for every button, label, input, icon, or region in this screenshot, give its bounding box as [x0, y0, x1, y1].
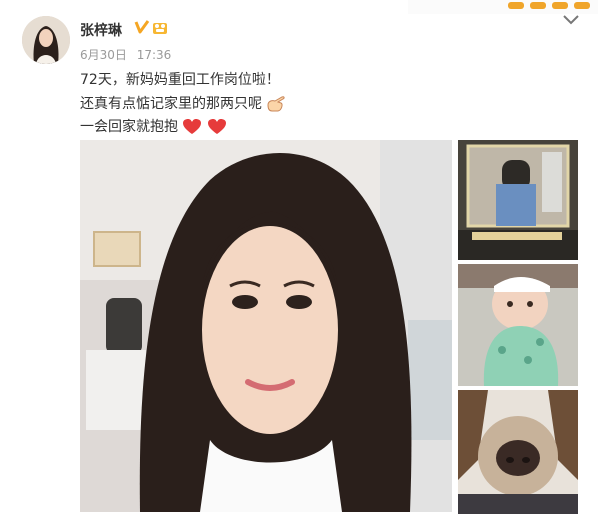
post-text: 还真有点惦记家里的那两只呢 [80, 96, 262, 112]
post-text-line-1: 72天，新妈妈重回工作岗位啦！ [80, 70, 280, 90]
member-badge-icon[interactable] [152, 20, 168, 36]
post-text: 72天，新妈妈重回工作岗位啦！ [80, 72, 280, 88]
pointing-hand-emoji-icon [267, 96, 286, 112]
top-banner [408, 0, 598, 14]
post-time: 17:36 [136, 48, 172, 62]
thumbnail-mirror-selfie[interactable] [458, 140, 578, 260]
post-meta: 6月30日 17:36 [80, 46, 177, 63]
banner-decoration-icon [508, 2, 590, 9]
post-date[interactable]: 6月30日 [80, 48, 127, 62]
heart-emoji-icon [207, 119, 226, 134]
main-photo[interactable] [80, 140, 452, 512]
thumbnail-dog[interactable] [458, 390, 578, 514]
heart-emoji-icon [183, 119, 202, 134]
chevron-down-icon[interactable] [562, 14, 580, 26]
verified-icon [134, 20, 150, 34]
username[interactable]: 张梓琳 [80, 20, 122, 40]
thumbnail-baby[interactable] [458, 264, 578, 386]
post-text-line-2: 还真有点惦记家里的那两只呢 [80, 94, 286, 114]
post-text: 一会回家就抱抱 [80, 119, 178, 135]
avatar[interactable] [22, 16, 70, 64]
post-text-line-3: 一会回家就抱抱 [80, 117, 227, 137]
